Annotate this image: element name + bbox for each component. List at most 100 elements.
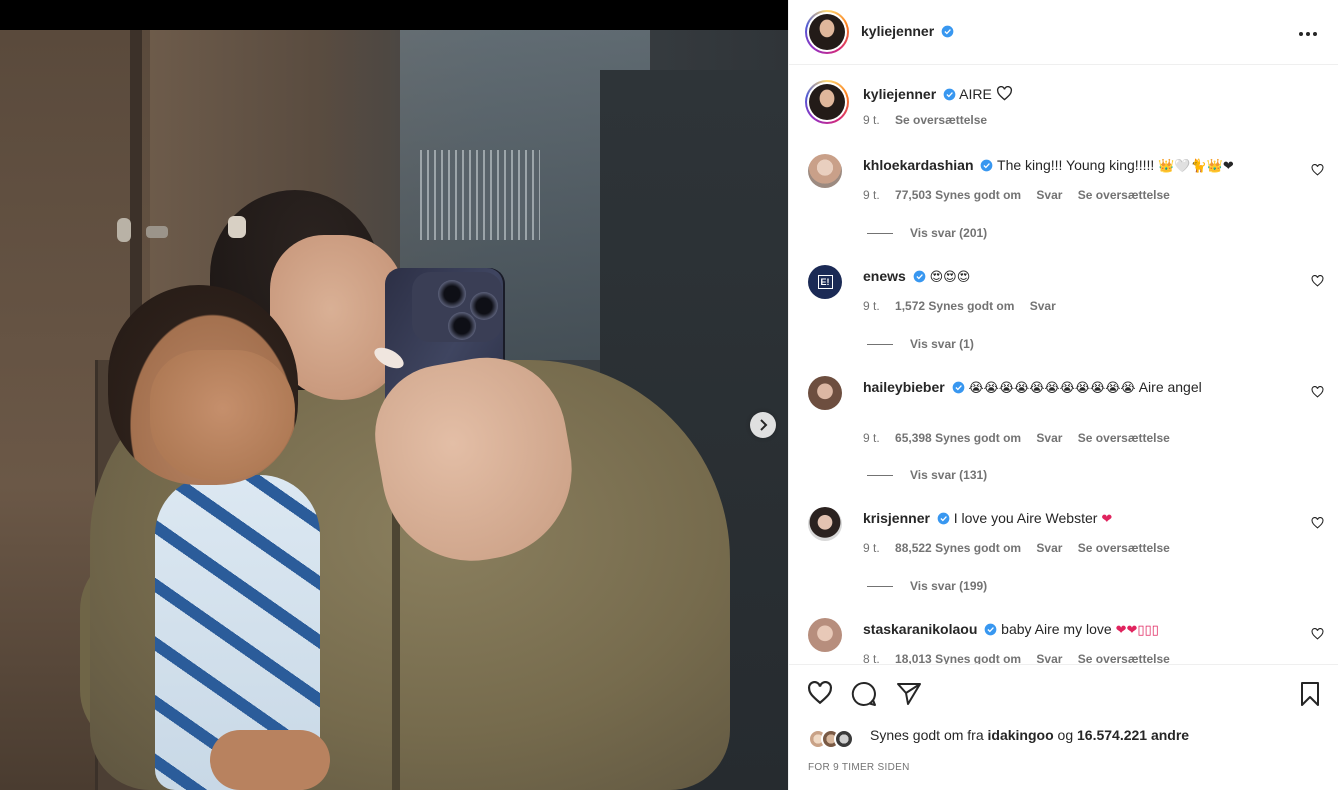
comment-button[interactable] [851, 681, 877, 707]
next-image-button[interactable] [750, 412, 776, 438]
comment-likes[interactable]: 88,522 Synes godt om [895, 541, 1021, 555]
more-options-button[interactable] [1295, 22, 1321, 42]
verified-badge-icon [941, 25, 954, 38]
bookmark-icon [1301, 682, 1319, 706]
view-replies-button[interactable]: Vis svar (1) [867, 337, 974, 351]
likes-count[interactable]: 16.574.221 andre [1077, 727, 1189, 743]
comment-like-button[interactable] [1310, 516, 1324, 531]
comment-time: 9 t. [863, 299, 880, 313]
comment-likes[interactable]: 65,398 Synes godt om [895, 431, 1021, 445]
comment-likes[interactable]: 77,503 Synes godt om [895, 188, 1021, 202]
reply-link[interactable]: Svar [1036, 431, 1062, 445]
white-heart-icon [996, 85, 1012, 101]
comment-username[interactable]: enews [863, 268, 906, 284]
reply-link[interactable]: Svar [1036, 188, 1062, 202]
reply-link[interactable]: Svar [1036, 541, 1062, 555]
post-photo[interactable] [0, 30, 788, 790]
verified-badge-icon [943, 88, 956, 101]
comment-bubble-icon [851, 681, 876, 706]
comment-text: The king!!! Young king!!!!! [997, 157, 1155, 173]
replies-divider [867, 586, 893, 588]
view-replies-button[interactable]: Vis svar (199) [867, 579, 987, 593]
comment-text: baby Aire my love [1001, 621, 1112, 637]
comment-likes[interactable]: 1,572 Synes godt om [895, 299, 1014, 313]
post-side-panel: kyliejenner kyliejenner AIRE 9 t. Se ove… [788, 0, 1338, 790]
view-replies-label: Vis svar (131) [910, 468, 988, 482]
verified-badge-icon [913, 270, 926, 283]
heart-outline-icon [1311, 163, 1323, 176]
comment-emoji: 😭😭😭😭😭😭😭😭😭😭😭 [968, 381, 1136, 396]
comment-username[interactable]: staskaranikolaou [863, 621, 977, 637]
comment-like-button[interactable] [1310, 627, 1324, 642]
photo-door-handle [117, 218, 131, 242]
photo-baby-hand [210, 730, 330, 790]
comment-time: 8 t. [863, 652, 880, 664]
comment-time: 9 t. [863, 188, 880, 202]
comment-username[interactable]: haileybieber [863, 379, 945, 395]
verified-badge-icon [981, 159, 993, 172]
view-replies-label: Vis svar (199) [910, 579, 988, 593]
share-button[interactable] [896, 681, 922, 707]
photo-zipper [392, 500, 400, 790]
view-replies-button[interactable]: Vis svar (201) [867, 226, 987, 240]
likes-summary: Synes godt om fra idakingoo og 16.574.22… [870, 727, 1189, 743]
verified-badge-icon [937, 512, 950, 525]
comment-emoji: 👑🤍🐈👑❤ [1158, 159, 1234, 174]
comment-emoji: ❤❤▯▯▯ [1115, 623, 1159, 638]
comment-time: 9 t. [863, 431, 880, 445]
reply-link[interactable]: Svar [1030, 299, 1056, 313]
view-replies-label: Vis svar (201) [910, 226, 988, 240]
liker-avatar[interactable] [834, 729, 854, 749]
see-translation-link[interactable]: Se oversættelse [1078, 541, 1170, 555]
comment-avatar[interactable] [808, 618, 842, 652]
photo-camera-lens [448, 312, 476, 340]
comment-avatar[interactable] [805, 80, 849, 124]
author-avatar[interactable] [805, 10, 849, 54]
post-actions: Synes godt om fra idakingoo og 16.574.22… [789, 664, 1338, 790]
comment-username[interactable]: krisjenner [863, 510, 930, 526]
comment-emoji: ❤ [1101, 512, 1113, 527]
replies-divider [867, 233, 893, 235]
comment-avatar[interactable] [808, 507, 842, 541]
photo-camera-lens [470, 292, 498, 320]
see-translation-link[interactable]: Se oversættelse [1078, 188, 1170, 202]
view-replies-button[interactable]: Vis svar (131) [867, 468, 987, 482]
view-replies-label: Vis svar (1) [910, 337, 974, 351]
photo-baby-face [150, 350, 295, 480]
photo-hair-clip [228, 216, 246, 238]
comment-avatar[interactable] [808, 154, 842, 188]
comment-like-button[interactable] [1310, 274, 1324, 289]
verified-badge-icon [952, 381, 964, 394]
heart-outline-icon [808, 680, 832, 705]
post-timestamp[interactable]: FOR 9 TIMER SIDEN [808, 762, 910, 773]
comment-username[interactable]: kyliejenner [863, 86, 936, 102]
comment-emoji: 😍😍😍 [929, 270, 971, 285]
photo-door-latch [146, 226, 168, 238]
comment-time: 9 t. [863, 541, 880, 555]
photo-blinds [420, 150, 540, 240]
liker-username[interactable]: idakingoo [988, 727, 1054, 743]
photo-camera-lens [438, 280, 466, 308]
comment-username[interactable]: khloekardashian [863, 157, 974, 173]
heart-outline-icon [1311, 627, 1323, 640]
reply-link[interactable]: Svar [1036, 652, 1062, 664]
see-translation-link[interactable]: Se oversættelse [1078, 652, 1170, 664]
heart-outline-icon [1311, 516, 1323, 529]
comment-like-button[interactable] [1310, 385, 1324, 400]
save-button[interactable] [1297, 681, 1323, 707]
see-translation-link[interactable]: Se oversættelse [1078, 431, 1170, 445]
chevron-right-icon [760, 419, 768, 431]
comment-likes[interactable]: 18,013 Synes godt om [895, 652, 1021, 664]
comment-avatar[interactable]: E! [808, 265, 842, 299]
heart-outline-icon [1311, 385, 1323, 398]
verified-badge-icon [984, 623, 997, 636]
caption-text: AIRE [959, 86, 992, 102]
like-button[interactable] [807, 680, 833, 707]
post-header: kyliejenner [789, 0, 1338, 65]
comment-like-button[interactable] [1310, 163, 1324, 178]
see-translation-link[interactable]: Se oversættelse [895, 113, 987, 127]
comment-avatar[interactable] [808, 376, 842, 410]
paper-plane-icon [897, 683, 921, 705]
author-username[interactable]: kyliejenner [861, 23, 934, 39]
more-horizontal-icon [1299, 31, 1317, 36]
